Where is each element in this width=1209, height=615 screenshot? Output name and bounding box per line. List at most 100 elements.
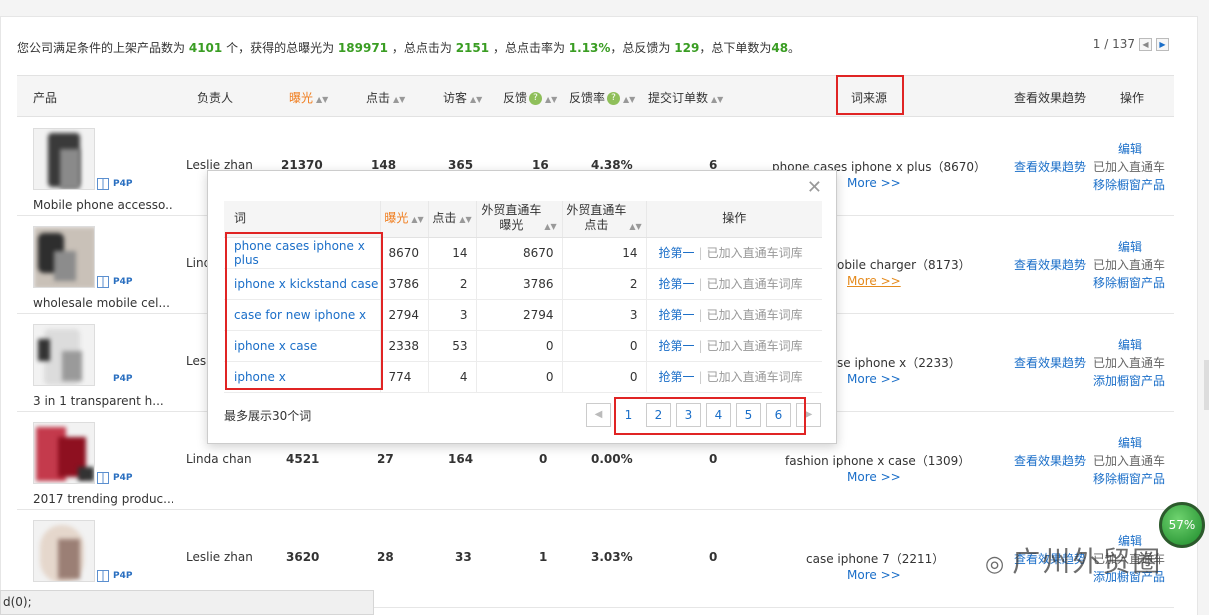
more-link[interactable]: More >> [847, 372, 901, 386]
kw-exposure: 2794 [380, 299, 429, 331]
grab-first-link[interactable]: 抢第一 [659, 246, 695, 260]
grab-first-link[interactable]: 抢第一 [659, 370, 695, 384]
sort-icon[interactable]: ▲▼ [544, 222, 556, 231]
p4p-status: 已加入直通车 [1093, 356, 1166, 370]
kw-p4p-clicks: 2 [562, 268, 647, 300]
kw-ops: 抢第一 | 已加入直通车词库 [646, 299, 822, 331]
col-clicks[interactable]: 点击 ▲▼ [366, 89, 405, 106]
kw-added-status: 已加入直通车词库 [706, 339, 803, 353]
more-link[interactable]: More >> [847, 176, 901, 190]
window-grid-icon [97, 178, 109, 190]
grab-first-link[interactable]: 抢第一 [659, 339, 695, 353]
showcase-action-link[interactable]: 移除橱窗产品 [1093, 274, 1173, 292]
showcase-action-link[interactable]: 添加橱窗产品 [1093, 372, 1173, 390]
kw-exposure: 3786 [380, 268, 429, 300]
sort-icon[interactable]: ▲▼ [393, 95, 405, 104]
prev-page-button[interactable]: ◀ [1139, 37, 1152, 51]
trend-link[interactable]: 查看效果趋势 [1014, 256, 1086, 273]
feedback-rate: 0.00% [591, 452, 633, 466]
sort-icon[interactable]: ▲▼ [411, 215, 423, 224]
col-owner: 负责人 [197, 91, 234, 105]
sort-icon[interactable]: ▲▼ [470, 95, 482, 104]
product-name[interactable]: Mobile phone accesso... [33, 198, 173, 212]
sort-icon[interactable]: ▲▼ [629, 222, 641, 231]
edit-link[interactable]: 编辑 [1093, 336, 1173, 354]
col-exposure[interactable]: 曝光 ▲▼ [289, 89, 328, 106]
status-bar: d(0); [0, 590, 374, 615]
col-feedback-rate[interactable]: 反馈率? ▲▼ [569, 89, 635, 106]
pagination-prev[interactable]: ◀ [586, 403, 611, 427]
product-thumbnail[interactable] [33, 520, 95, 582]
p4p-status: 已加入直通车 [1093, 454, 1166, 468]
summary-products: 4101 [188, 41, 223, 55]
product-thumbnail[interactable] [33, 324, 95, 386]
kw-p4p-clicks: 0 [562, 330, 647, 362]
orders: 0 [709, 550, 718, 564]
kw-ops: 抢第一 | 已加入直通车词库 [646, 268, 822, 300]
next-page-button[interactable]: ▶ [1156, 37, 1169, 51]
sort-icon[interactable]: ▲▼ [316, 95, 328, 104]
col-trend: 查看效果趋势 [1014, 91, 1087, 105]
exposure: 4521 [286, 452, 320, 466]
close-icon[interactable]: ✕ [807, 177, 822, 198]
product-thumbnail[interactable] [33, 128, 95, 190]
edit-link[interactable]: 编辑 [1093, 434, 1173, 452]
product-name[interactable]: 3 in 1 transparent h... [33, 394, 173, 408]
product-name[interactable]: 2017 trending produc... [33, 492, 173, 506]
top-word: fashion iphone x case（1309） [785, 454, 971, 468]
p4p-status: 已加入直通车 [1093, 258, 1166, 272]
kw-p4p-exposure: 8670 [476, 237, 563, 269]
kw-p4p-clicks: 14 [562, 237, 647, 269]
more-link[interactable]: More >> [847, 274, 901, 288]
p4p-badge: P4P [113, 374, 133, 384]
owner: Linda chan [186, 452, 252, 466]
kw-p4p-exposure: 3786 [476, 268, 563, 300]
product-thumbnail[interactable] [33, 226, 95, 288]
col-orders[interactable]: 提交订单数 ▲▼ [648, 89, 723, 106]
product-thumbnail[interactable] [33, 422, 95, 484]
more-link[interactable]: More >> [847, 568, 901, 582]
summary-ctr: 1.13% [568, 41, 611, 55]
grab-first-link[interactable]: 抢第一 [659, 308, 695, 322]
kw-exposure: 8670 [380, 237, 429, 269]
kw-col-clicks[interactable]: 点击 ▲▼ [428, 201, 477, 238]
edit-link[interactable]: 编辑 [1093, 238, 1173, 256]
row-ops: 编辑 已加入直通车 移除橱窗产品 [1093, 238, 1173, 292]
grab-first-link[interactable]: 抢第一 [659, 277, 695, 291]
orders: 0 [709, 452, 718, 466]
col-product: 产品 [33, 91, 58, 105]
trend-link[interactable]: 查看效果趋势 [1014, 354, 1086, 371]
speed-badge[interactable]: 57% [1159, 502, 1205, 548]
product-name[interactable]: wholesale mobile cel... [33, 296, 173, 310]
sort-icon[interactable]: ▲▼ [545, 95, 557, 104]
sort-icon[interactable]: ▲▼ [711, 95, 723, 104]
sort-icon[interactable]: ▲▼ [623, 95, 635, 104]
col-ops: 操作 [1120, 91, 1145, 105]
kw-col-p4p-exposure[interactable]: 外贸直通车 曝光 ▲▼ [476, 201, 563, 238]
watermark: ◎ 广州外贸圈 [985, 545, 1163, 578]
col-feedback[interactable]: 反馈? ▲▼ [503, 89, 557, 106]
sort-icon[interactable]: ▲▼ [459, 215, 471, 224]
kw-col-p4p-clicks[interactable]: 外贸直通车 点击 ▲▼ [562, 201, 647, 238]
kw-col-exposure[interactable]: 曝光 ▲▼ [380, 201, 429, 238]
more-link[interactable]: More >> [847, 470, 901, 484]
word-source-popup: ✕ 词 曝光 ▲▼ 点击 ▲▼ 外贸直通车 曝光 ▲▼ 外贸直通车 点击 ▲▼ 操作 p… [207, 170, 837, 444]
col-visitors[interactable]: 访客 ▲▼ [443, 89, 482, 106]
kw-p4p-exposure: 0 [476, 330, 563, 362]
showcase-action-link[interactable]: 移除橱窗产品 [1093, 470, 1173, 488]
help-icon[interactable]: ? [607, 92, 621, 105]
max-words-note: 最多展示30个词 [224, 409, 312, 423]
summary-text: 您公司满足条件的上架产品数为 4101 个，获得的总曝光为 189971 ，总点… [17, 41, 801, 55]
clicks: 28 [377, 550, 394, 564]
help-icon[interactable]: ? [529, 92, 543, 105]
feedback: 1 [539, 550, 548, 564]
kw-p4p-clicks: 3 [562, 299, 647, 331]
kw-added-status: 已加入直通车词库 [706, 308, 803, 322]
kw-ops: 抢第一 | 已加入直通车词库 [646, 330, 822, 362]
showcase-action-link[interactable]: 移除橱窗产品 [1093, 176, 1173, 194]
edit-link[interactable]: 编辑 [1093, 140, 1173, 158]
trend-link[interactable]: 查看效果趋势 [1014, 158, 1086, 175]
trend-link[interactable]: 查看效果趋势 [1014, 452, 1086, 469]
row-ops: 编辑 已加入直通车 移除橱窗产品 [1093, 434, 1173, 488]
scrollbar[interactable] [1204, 360, 1209, 410]
